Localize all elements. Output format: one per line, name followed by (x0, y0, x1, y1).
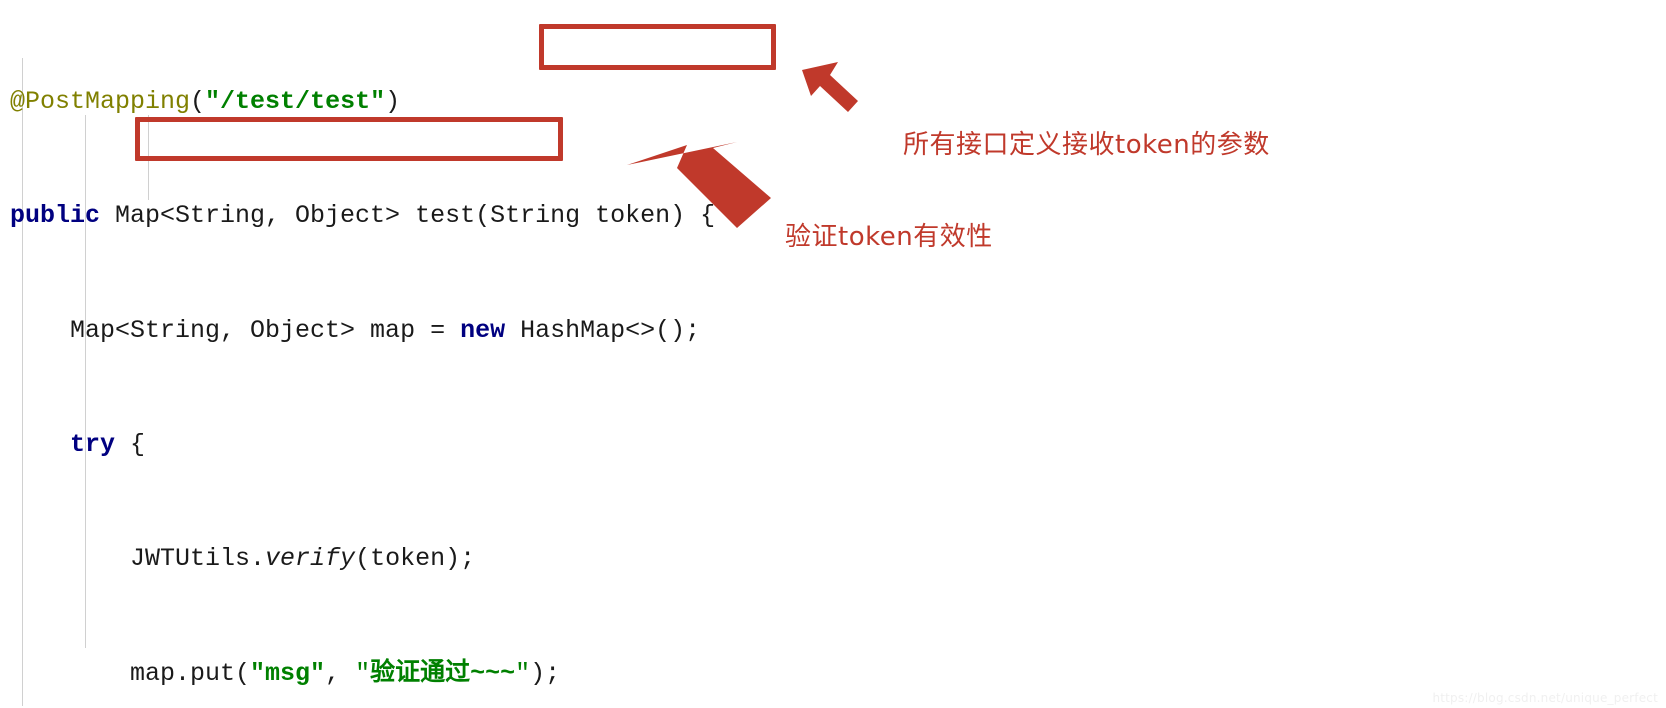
param-callout-text: 所有接口定义接收token的参数 (903, 130, 1270, 160)
jwt-verify-highlight-box (135, 117, 563, 161)
watermark-text: https://blog.csdn.net/unique_perfect (1432, 691, 1658, 705)
token-param-highlight-box (539, 24, 776, 70)
verify-callout-text: 验证token有效性 (785, 222, 993, 252)
code-line: map.put("msg", "验证通过~~~"); (10, 658, 561, 688)
code-line: JWTUtils.verify(token); (10, 544, 476, 574)
annotation-token: @PostMapping (10, 86, 191, 116)
param-arrow-icon (802, 62, 858, 112)
code-line: Map<String, Object> map = new HashMap<>(… (10, 315, 701, 345)
code-line: try { (70, 429, 146, 459)
code-screenshot: @PostMapping("/test/test") public Map<St… (0, 0, 1666, 708)
verify-arrow-icon (627, 142, 771, 228)
